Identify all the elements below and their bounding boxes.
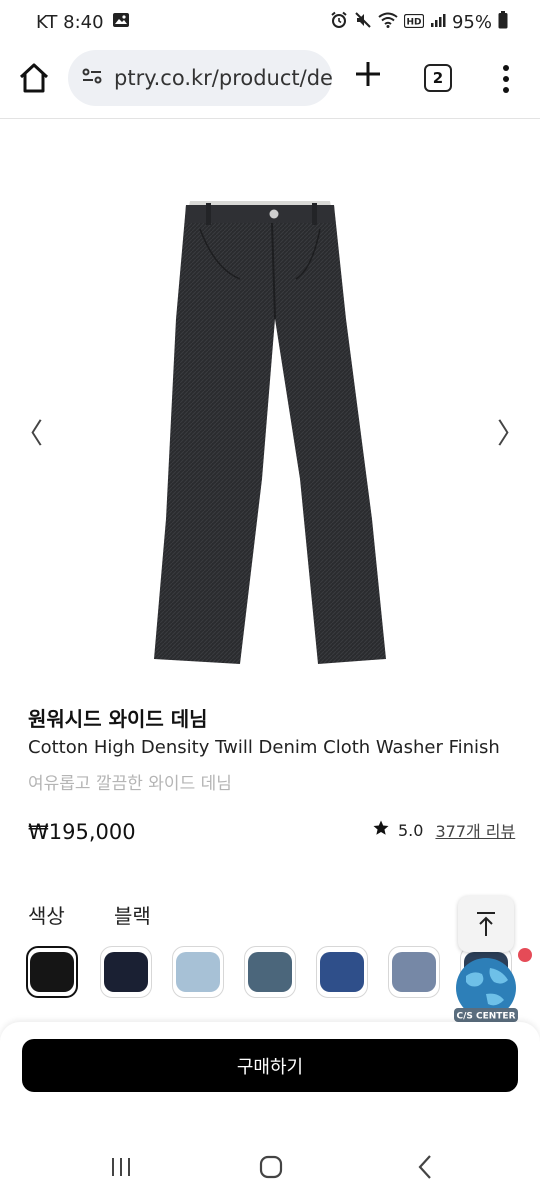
arrow-up-icon	[477, 912, 495, 936]
selected-color: 블랙	[114, 904, 151, 928]
mute-icon	[354, 11, 372, 34]
browser-menu-button[interactable]	[496, 62, 516, 96]
rating-value: 5.0	[398, 820, 424, 840]
swatch-color	[320, 952, 364, 992]
color-label: 색상	[28, 904, 65, 928]
recent-apps-button[interactable]	[106, 1152, 136, 1182]
signal-icon	[430, 12, 446, 33]
swatch-color	[30, 952, 74, 992]
product-rating: 5.0 377개 리뷰	[372, 818, 515, 842]
gallery-icon	[112, 12, 130, 33]
buy-button[interactable]: 구매하기	[22, 1039, 518, 1092]
color-swatch[interactable]	[172, 946, 224, 998]
swatch-color	[392, 952, 436, 992]
product-title: 원워시드 와이드 데님	[28, 707, 208, 731]
address-bar[interactable]: ptry.co.kr/product/de	[68, 50, 332, 106]
tab-switcher-button[interactable]: 2	[424, 64, 452, 92]
previous-image-arrow[interactable]: 〈	[14, 412, 44, 452]
product-description: 여유롭고 깔끔한 와이드 데님	[28, 774, 232, 794]
product-image[interactable]	[0, 119, 540, 689]
recents-icon	[112, 1158, 130, 1176]
more-vert-icon	[503, 65, 509, 93]
site-settings-icon[interactable]	[80, 64, 104, 92]
back-button[interactable]	[410, 1152, 440, 1182]
new-tab-button[interactable]	[352, 58, 384, 90]
status-time: KT 8:40	[36, 11, 104, 33]
alarm-icon	[330, 11, 348, 34]
swatch-color	[104, 952, 148, 992]
status-bar: KT 8:40 HD 95%	[0, 0, 540, 44]
home-icon	[19, 63, 49, 93]
battery-level: 95%	[451, 11, 492, 33]
product-subtitle: Cotton High Density Twill Denim Cloth Wa…	[28, 737, 500, 758]
color-swatch[interactable]	[26, 946, 78, 998]
home-button[interactable]	[16, 60, 52, 96]
home-nav-button[interactable]	[256, 1152, 286, 1182]
battery-icon	[498, 10, 508, 34]
next-image-arrow[interactable]: 〉	[496, 412, 526, 452]
review-count-link[interactable]: 377개 리뷰	[435, 818, 515, 842]
url-text[interactable]: ptry.co.kr/product/de	[114, 66, 332, 90]
scroll-to-top-button[interactable]	[458, 896, 514, 952]
swatch-color	[248, 952, 292, 992]
star-icon	[372, 819, 390, 841]
color-swatch[interactable]	[316, 946, 368, 998]
globe-icon: C/S CENTER	[454, 958, 518, 1022]
notification-dot	[518, 948, 532, 962]
color-swatch[interactable]	[244, 946, 296, 998]
cs-center-label: C/S CENTER	[456, 1012, 515, 1022]
hd-icon: HD	[403, 12, 425, 33]
back-icon	[418, 1155, 431, 1179]
color-swatch[interactable]	[388, 946, 440, 998]
product-price: ₩195,000	[28, 820, 136, 844]
swatch-color	[176, 952, 220, 992]
wifi-icon	[378, 12, 398, 33]
cs-center-button[interactable]: C/S CENTER	[452, 956, 520, 1024]
color-swatch[interactable]	[100, 946, 152, 998]
system-nav-bar	[0, 1134, 540, 1200]
browser-toolbar: ptry.co.kr/product/de 2	[0, 44, 540, 116]
svg-text:HD: HD	[406, 17, 421, 27]
plus-icon	[356, 62, 380, 86]
home-circle-icon	[259, 1155, 283, 1179]
